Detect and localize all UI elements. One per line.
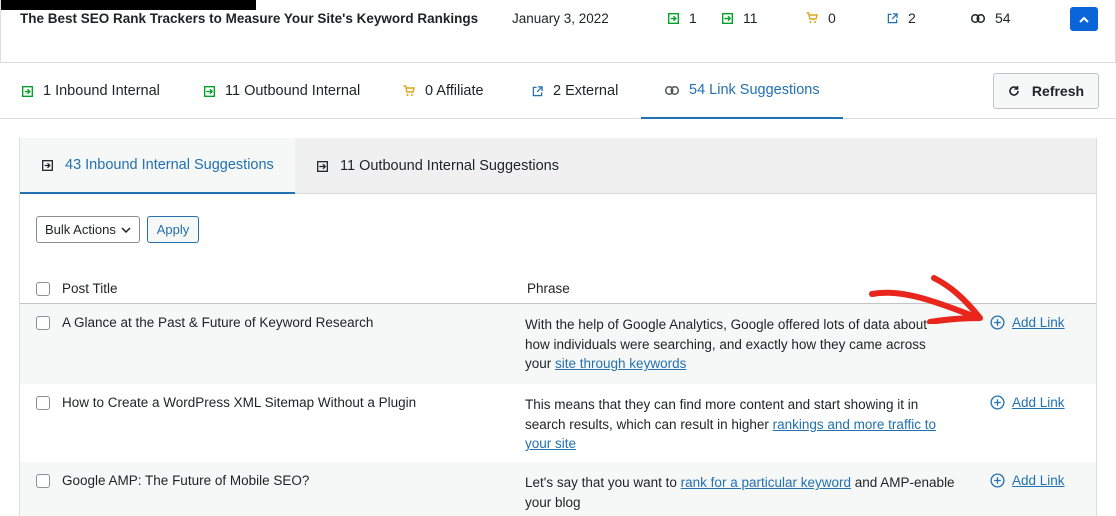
post-title[interactable]: The Best SEO Rank Trackers to Measure Yo… (20, 11, 478, 26)
suggestions-panel: 43 Inbound Internal Suggestions 11 Outbo… (19, 138, 1097, 516)
refresh-button[interactable]: Refresh (993, 73, 1099, 109)
tab-link-suggestions[interactable]: 54 Link Suggestions (641, 63, 843, 119)
row-checkbox[interactable] (36, 316, 50, 330)
bulk-actions-select[interactable]: Bulk Actions (36, 216, 140, 243)
tab-inbound-internal[interactable]: 1 Inbound Internal (22, 63, 160, 119)
suggestion-subtabs: 43 Inbound Internal Suggestions 11 Outbo… (20, 138, 1096, 194)
add-link-button[interactable]: Add Link (990, 473, 1065, 488)
tab-outbound-internal[interactable]: 11 Outbound Internal (204, 63, 360, 119)
subtab-outbound-suggestions[interactable]: 11 Outbound Internal Suggestions (317, 138, 559, 194)
stat-outbound-count: 11 (743, 10, 758, 26)
stat-outbound[interactable]: 11 (722, 10, 758, 26)
stat-external[interactable]: 2 (887, 10, 916, 26)
add-link-label: Add Link (1012, 395, 1065, 410)
row-phrase: Let's say that you want to rank for a pa… (525, 473, 955, 512)
outbound-icon (204, 85, 215, 97)
tab-inbound-label: 1 Inbound Internal (43, 83, 160, 99)
stat-affiliate-count: 0 (828, 10, 836, 26)
table-row: Google AMP: The Future of Mobile SEO? Le… (20, 462, 1096, 516)
select-all-checkbox[interactable] (36, 282, 50, 296)
phrase-link[interactable]: site through keywords (555, 356, 686, 371)
add-link-label: Add Link (1012, 473, 1065, 488)
red-arrow-annotation-icon (869, 275, 983, 324)
cart-icon (806, 12, 818, 24)
subtab-inbound-label: 43 Inbound Internal Suggestions (65, 157, 274, 173)
add-link-label: Add Link (1012, 315, 1065, 330)
external-link-icon (887, 12, 898, 24)
stat-external-count: 2 (908, 10, 916, 26)
outbound-icon (722, 12, 733, 24)
cart-icon (403, 85, 415, 96)
collapse-button[interactable] (1070, 7, 1098, 31)
post-row: The Best SEO Rank Trackers to Measure Yo… (0, 0, 1116, 62)
tab-affiliate[interactable]: 0 Affiliate (403, 63, 484, 119)
inbound-icon (22, 85, 33, 97)
bulk-actions-value: Bulk Actions (45, 222, 116, 237)
external-link-icon (532, 85, 543, 96)
post-date: January 3, 2022 (512, 11, 609, 26)
refresh-icon (1009, 86, 1019, 96)
inbound-icon (42, 159, 53, 171)
stat-suggestions[interactable]: 54 (971, 10, 1011, 26)
tab-suggestions-label: 54 Link Suggestions (689, 82, 820, 98)
add-link-button[interactable]: Add Link (990, 395, 1065, 410)
row-checkbox[interactable] (36, 474, 50, 488)
row-post-title: A Glance at the Past & Future of Keyword… (62, 315, 374, 330)
plus-circle-icon (990, 395, 1005, 410)
stat-suggestions-count: 54 (995, 10, 1011, 26)
phrase-text: Let's say that you want to (525, 475, 681, 490)
tab-outbound-label: 11 Outbound Internal (225, 83, 361, 99)
table-row: How to Create a WordPress XML Sitemap Wi… (20, 384, 1096, 462)
inbound-icon (668, 12, 679, 24)
outbound-icon (317, 160, 328, 172)
subtab-inbound-suggestions[interactable]: 43 Inbound Internal Suggestions (20, 138, 295, 194)
row-checkbox[interactable] (36, 396, 50, 410)
chevron-down-icon (121, 226, 131, 233)
link-tabs: 1 Inbound Internal 11 Outbound Internal … (0, 62, 1116, 119)
link-icon (971, 13, 985, 23)
chevron-up-icon (1079, 16, 1089, 23)
column-post-title[interactable]: Post Title (62, 281, 118, 296)
column-phrase: Phrase (527, 281, 570, 296)
plus-circle-icon (990, 473, 1005, 488)
link-icon (665, 85, 679, 95)
add-link-button[interactable]: Add Link (990, 315, 1065, 330)
phrase-link[interactable]: rank for a particular keyword (681, 475, 851, 490)
row-phrase: This means that they can find more conte… (525, 395, 955, 454)
apply-button[interactable]: Apply (147, 216, 199, 243)
tab-affiliate-label: 0 Affiliate (425, 83, 484, 99)
tab-external[interactable]: 2 External (532, 63, 618, 119)
stat-inbound[interactable]: 1 (668, 10, 697, 26)
stat-affiliate[interactable]: 0 (806, 10, 836, 26)
row-post-title: How to Create a WordPress XML Sitemap Wi… (62, 395, 417, 410)
plus-circle-icon (990, 315, 1005, 330)
stat-inbound-count: 1 (689, 10, 697, 26)
tab-external-label: 2 External (553, 83, 619, 99)
subtab-outbound-label: 11 Outbound Internal Suggestions (340, 158, 560, 174)
refresh-label: Refresh (1031, 83, 1085, 99)
row-post-title: Google AMP: The Future of Mobile SEO? (62, 473, 310, 488)
